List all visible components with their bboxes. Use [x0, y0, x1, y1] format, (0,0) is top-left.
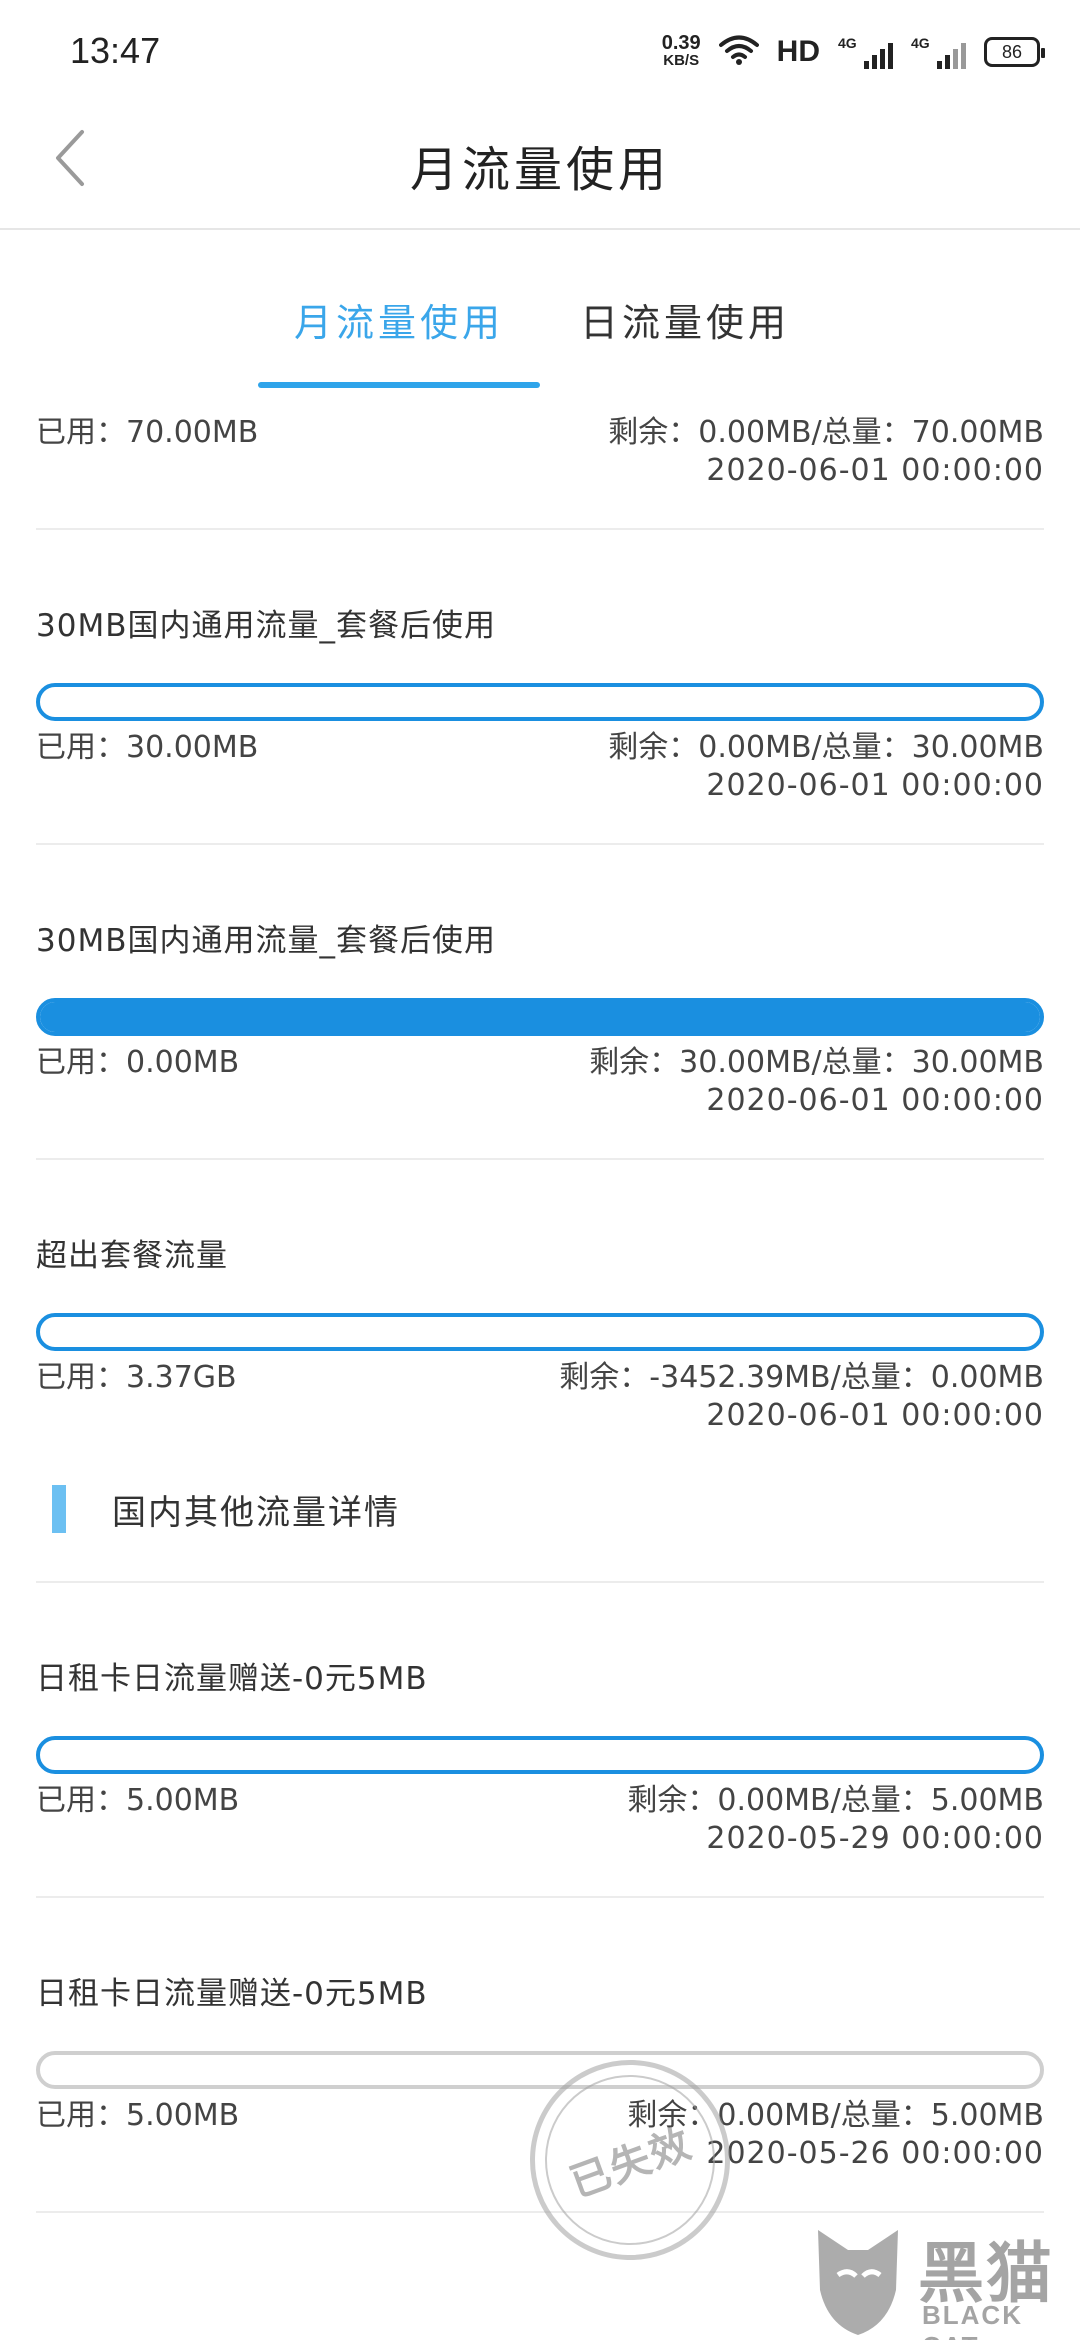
used-amount: 已用：5.00MB [36, 1783, 240, 1818]
black-cat-logo-icon [818, 2230, 898, 2335]
reset-date: 2020-06-01 00:00:00 [706, 1398, 1044, 1433]
reset-date: 2020-05-29 00:00:00 [706, 1821, 1044, 1856]
hd-voice-indicator: HD [776, 35, 820, 68]
usage-item: 30MB国内通用流量_套餐后使用 已用：0.00MB 剩余：30.00MB/总量… [36, 845, 1044, 1120]
used-amount: 已用：3.37GB [36, 1360, 237, 1395]
usage-item: 日租卡日流量赠送-0元5MB 已用：5.00MB 剩余：0.00MB/总量：5.… [36, 1583, 1044, 1858]
page-title: 月流量使用 [409, 142, 670, 198]
signal-icon: 4G [838, 35, 893, 69]
signal-icon: 4G [911, 35, 966, 69]
page-header: 月流量使用 [0, 100, 1080, 230]
remaining-total: 剩余：-3452.39MB/总量：0.00MB [559, 1360, 1044, 1395]
section-marker [52, 1485, 66, 1533]
usage-progress-bar [36, 2051, 1044, 2089]
remaining-total: 剩余：0.00MB/总量：5.00MB [627, 1783, 1044, 1818]
remaining-total: 剩余：30.00MB/总量：30.00MB [589, 1045, 1044, 1080]
package-title: 日租卡日流量赠送-0元5MB [36, 1976, 428, 2012]
battery-icon: 86 [984, 37, 1045, 67]
network-speed: 0.39 KB/S [661, 32, 701, 70]
tab-bar: 月流量使用 日流量使用 [0, 232, 1080, 392]
watermark-en-text: BLACK CAT [922, 2300, 1023, 2340]
wifi-icon [718, 34, 759, 70]
usage-progress-bar [36, 1736, 1044, 1774]
status-icons: 0.39 KB/S HD 4G 4G 86 [661, 28, 1045, 76]
reset-date: 2020-06-01 00:00:00 [706, 1083, 1044, 1118]
used-amount: 已用：30.00MB [36, 730, 259, 765]
expired-stamp-text: 已失效 [564, 2120, 699, 2207]
used-amount: 已用：70.00MB [36, 415, 259, 450]
section-header: 国内其他流量详情 [36, 1485, 1044, 1533]
usage-progress-bar [36, 1313, 1044, 1351]
package-title: 30MB国内通用流量_套餐后使用 [36, 923, 496, 959]
tab-monthly-usage[interactable]: 月流量使用 [258, 292, 540, 347]
used-amount: 已用：5.00MB [36, 2098, 240, 2133]
sim2-network-label: 4G [911, 35, 930, 51]
package-title: 日租卡日流量赠送-0元5MB [36, 1661, 428, 1697]
usage-item: 30MB国内通用流量_套餐后使用 已用：30.00MB 剩余：0.00MB/总量… [36, 530, 1044, 805]
section-title: 国内其他流量详情 [112, 1492, 400, 1533]
divider [36, 2211, 1044, 2213]
package-title: 30MB国内通用流量_套餐后使用 [36, 608, 496, 644]
tab-daily-usage[interactable]: 日流量使用 [580, 292, 790, 347]
battery-level: 86 [1001, 41, 1023, 62]
active-tab-indicator [258, 382, 540, 388]
usage-item: 超出套餐流量 已用：3.37GB 剩余：-3452.39MB/总量：0.00MB… [36, 1160, 1044, 1435]
status-bar: 13:47 0.39 KB/S HD 4G 4G 86 [0, 0, 1080, 100]
usage-progress-bar [36, 683, 1044, 721]
reset-date: 2020-06-01 00:00:00 [706, 768, 1044, 803]
network-speed-unit: KB/S [663, 52, 700, 69]
sim1-network-label: 4G [838, 35, 857, 51]
usage-item-partial: 已用：70.00MB 剩余：0.00MB/总量：70.00MB 2020-06-… [36, 392, 1044, 490]
usage-progress-bar [36, 998, 1044, 1036]
status-time: 13:47 [70, 30, 161, 71]
network-speed-value: 0.39 [661, 32, 701, 54]
usage-progress-fill [40, 1002, 1040, 1032]
reset-date: 2020-06-01 00:00:00 [706, 453, 1044, 488]
usage-list: 已用：70.00MB 剩余：0.00MB/总量：70.00MB 2020-06-… [36, 392, 1044, 2213]
package-title: 超出套餐流量 [36, 1238, 228, 1274]
used-amount: 已用：0.00MB [36, 1045, 240, 1080]
black-cat-watermark: 黑猫 BLACK CAT [808, 2220, 1080, 2340]
remaining-total: 剩余：0.00MB/总量：30.00MB [608, 730, 1044, 765]
remaining-total: 剩余：0.00MB/总量：70.00MB [608, 415, 1044, 450]
